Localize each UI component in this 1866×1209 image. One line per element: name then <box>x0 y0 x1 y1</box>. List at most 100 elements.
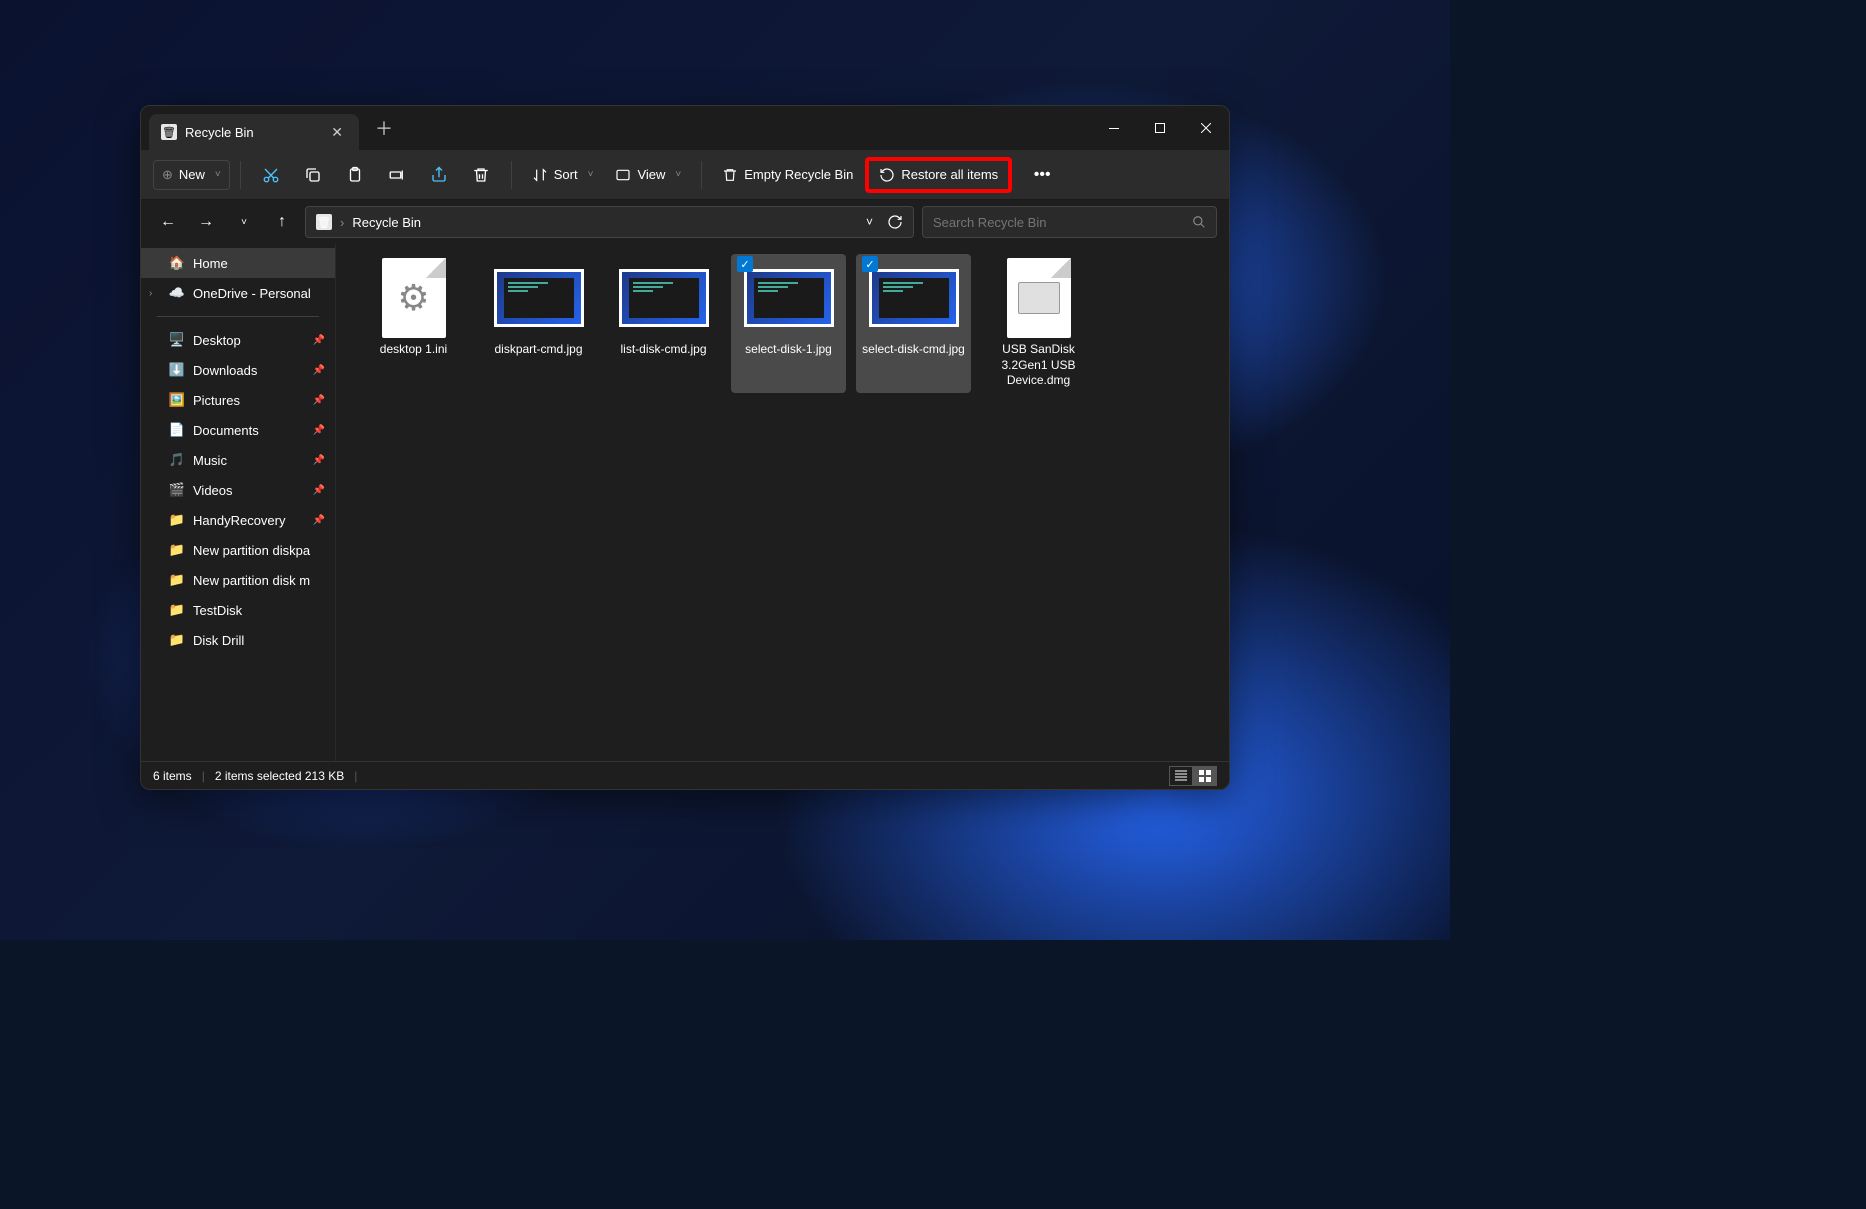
file-name-label: desktop 1.ini <box>380 342 447 358</box>
search-bar[interactable] <box>922 206 1217 238</box>
sidebar-item-videos[interactable]: 🎬Videos📌 <box>141 475 335 505</box>
file-item[interactable]: ✓select-disk-1.jpg <box>731 254 846 393</box>
gear-icon: ⚙ <box>397 277 429 319</box>
navbar: ← → ˅ ↑ 🗑 › Recycle Bin ˅ <box>141 200 1229 244</box>
maximize-button[interactable] <box>1137 106 1183 150</box>
close-window-button[interactable] <box>1183 106 1229 150</box>
home-label: Home <box>193 256 228 271</box>
checkbox-icon[interactable]: ✓ <box>737 256 753 272</box>
sidebar-item-label: HandyRecovery <box>193 513 286 528</box>
file-thumbnail <box>1007 258 1071 338</box>
toolbar: ⊕ New ˅ Sort ˅ <box>141 150 1229 200</box>
view-button[interactable]: View ˅ <box>605 161 691 189</box>
new-tab-button[interactable]: ＋ <box>375 115 393 141</box>
sidebar-item-new-partition-diskpa[interactable]: 📁New partition diskpa <box>141 535 335 565</box>
restore-all-items-button[interactable]: Restore all items <box>865 157 1012 193</box>
pin-icon: 📌 <box>313 395 325 406</box>
folder-icon: 📁 <box>169 572 185 588</box>
sidebar-item-desktop[interactable]: 🖥️Desktop📌 <box>141 325 335 355</box>
forward-button[interactable]: → <box>191 207 221 237</box>
trash-icon <box>722 167 738 183</box>
cut-button[interactable] <box>251 157 291 193</box>
file-item[interactable]: ⚙ desktop 1.ini <box>356 254 471 393</box>
sidebar-item-downloads[interactable]: ⬇️Downloads📌 <box>141 355 335 385</box>
pin-icon: 📌 <box>313 515 325 526</box>
file-item[interactable]: ✓ select-disk-cmd.jpg <box>856 254 971 393</box>
close-tab-button[interactable]: ✕ <box>327 120 347 145</box>
more-options-button[interactable]: ••• <box>1022 157 1062 193</box>
delete-button[interactable] <box>461 157 501 193</box>
pin-icon: 📌 <box>313 335 325 346</box>
rename-button[interactable] <box>377 157 417 193</box>
chevron-down-icon[interactable]: ˅ <box>866 215 873 229</box>
sidebar-item-disk-drill[interactable]: 📁Disk Drill <box>141 625 335 655</box>
folder-icon: 🎬 <box>169 482 185 498</box>
folder-icon: ⬇️ <box>169 362 185 378</box>
share-button[interactable] <box>419 157 459 193</box>
copy-button[interactable] <box>293 157 333 193</box>
empty-recycle-bin-button[interactable]: Empty Recycle Bin <box>712 161 863 189</box>
sidebar-item-label: Documents <box>193 423 259 438</box>
search-input[interactable] <box>933 215 1192 230</box>
titlebar: 🗑 Recycle Bin ✕ ＋ <box>141 106 1229 150</box>
disk-icon <box>1018 282 1060 314</box>
sidebar-item-label: Videos <box>193 483 233 498</box>
home-icon: 🏠 <box>169 255 185 271</box>
up-button[interactable]: ↑ <box>267 207 297 237</box>
sidebar-item-pictures[interactable]: 🖼️Pictures📌 <box>141 385 335 415</box>
sidebar-item-onedrive[interactable]: › ☁️ OneDrive - Personal <box>141 278 335 308</box>
chevron-down-icon: ˅ <box>675 169 681 180</box>
sidebar: 🏠 Home › ☁️ OneDrive - Personal 🖥️Deskto… <box>141 244 336 761</box>
separator: | <box>354 769 357 783</box>
statusbar: 6 items | 2 items selected 213 KB | <box>141 761 1229 789</box>
breadcrumb-location[interactable]: Recycle Bin <box>352 215 421 230</box>
ellipsis-icon: ••• <box>1034 166 1051 184</box>
recycle-bin-icon: 🗑 <box>161 124 177 140</box>
details-view-button[interactable] <box>1169 766 1193 786</box>
sidebar-item-testdisk[interactable]: 📁TestDisk <box>141 595 335 625</box>
pin-icon: 📌 <box>313 455 325 466</box>
sidebar-item-handyrecovery[interactable]: 📁HandyRecovery📌 <box>141 505 335 535</box>
chevron-down-icon: ˅ <box>215 169 221 180</box>
sort-icon <box>532 167 548 183</box>
image-thumbnail <box>494 269 584 327</box>
folder-icon: 📄 <box>169 422 185 438</box>
new-button[interactable]: ⊕ New ˅ <box>153 160 230 190</box>
recycle-bin-icon: 🗑 <box>316 214 332 230</box>
tab-recycle-bin[interactable]: 🗑 Recycle Bin ✕ <box>149 114 359 150</box>
file-item[interactable]: diskpart-cmd.jpg <box>481 254 596 393</box>
sidebar-item-label: New partition disk m <box>193 573 310 588</box>
minimize-button[interactable] <box>1091 106 1137 150</box>
tab-title: Recycle Bin <box>185 125 319 140</box>
image-thumbnail <box>869 269 959 327</box>
sidebar-item-music[interactable]: 🎵 Music 📌 <box>141 445 335 475</box>
file-name-label: select-disk-cmd.jpg <box>862 342 965 358</box>
paste-button[interactable] <box>335 157 375 193</box>
file-name-label: USB SanDisk 3.2Gen1 USB Device.dmg <box>985 342 1092 389</box>
separator <box>511 161 512 189</box>
folder-icon: 🎵 <box>169 452 185 468</box>
back-button[interactable]: ← <box>153 207 183 237</box>
thumbnails-view-button[interactable] <box>1193 766 1217 786</box>
sort-label: Sort <box>554 167 578 182</box>
chevron-right-icon: › <box>340 215 344 230</box>
chevron-right-icon: › <box>149 288 152 299</box>
recent-button[interactable]: ˅ <box>229 207 259 237</box>
refresh-button[interactable] <box>887 214 903 230</box>
file-item[interactable]: list-disk-cmd.jpg <box>606 254 721 393</box>
sort-button[interactable]: Sort ˅ <box>522 161 604 189</box>
address-bar[interactable]: 🗑 › Recycle Bin ˅ <box>305 206 914 238</box>
sidebar-item-home[interactable]: 🏠 Home <box>141 248 335 278</box>
separator <box>701 161 702 189</box>
view-label: View <box>637 167 665 182</box>
sidebar-item-new-partition-disk-m[interactable]: 📁 New partition disk m <box>141 565 335 595</box>
checkbox-icon[interactable]: ✓ <box>862 256 878 272</box>
chevron-down-icon: ˅ <box>588 169 594 180</box>
image-thumbnail <box>619 269 709 327</box>
file-item[interactable]: USB SanDisk 3.2Gen1 USB Device.dmg <box>981 254 1096 393</box>
cloud-icon: ☁️ <box>169 285 185 301</box>
sidebar-item-documents[interactable]: 📄Documents📌 <box>141 415 335 445</box>
content-area[interactable]: ⚙ desktop 1.ini diskpart-cmd.jpglist-disk-… <box>336 244 1229 761</box>
folder-icon: 🖼️ <box>169 392 185 408</box>
sidebar-item-label: Music <box>193 453 227 468</box>
